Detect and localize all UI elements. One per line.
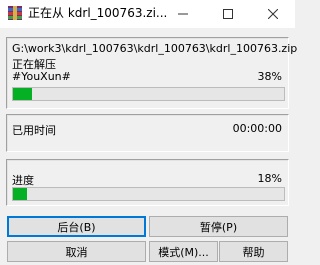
overall-progress-fill [13, 188, 27, 200]
extract-info-panel: G:\work3\kdrl_100763\kdrl_100763\kdrl_10… [6, 37, 297, 109]
minimize-button[interactable] [160, 0, 205, 28]
maximize-icon [222, 9, 233, 19]
pause-button[interactable]: 暂停(P) [149, 216, 288, 237]
file-progress-fill [13, 88, 32, 100]
current-item: #YouXun# [12, 70, 71, 83]
time-panel: 已用时间 00:00:00 [6, 114, 289, 152]
maximize-button[interactable] [205, 0, 250, 28]
close-icon [267, 9, 278, 19]
overall-percent: 18% [257, 172, 282, 185]
window-title: 正在从 kdrl_100763.zi... [28, 6, 168, 20]
archive-path: G:\work3\kdrl_100763\kdrl_100763\kdrl_10… [12, 42, 298, 55]
help-button[interactable]: 帮助 [219, 241, 288, 262]
elapsed-label: 已用时间 [12, 124, 56, 137]
overall-progress-bar [12, 187, 285, 201]
file-percent: 38% [257, 70, 282, 83]
title-bar[interactable]: 正在从 kdrl_100763.zi... [0, 0, 295, 28]
file-progress-bar [12, 87, 285, 101]
overall-label: 进度 [12, 174, 34, 187]
mode-button[interactable]: 模式(M)... [149, 241, 218, 262]
cancel-button[interactable]: 取消 [7, 241, 146, 262]
minimize-icon [177, 13, 188, 15]
close-button[interactable] [250, 0, 295, 28]
overall-panel: 进度 18% [6, 159, 289, 206]
elapsed-value: 00:00:00 [232, 122, 282, 135]
background-button[interactable]: 后台(B) [7, 216, 146, 237]
winrar-icon [7, 5, 23, 21]
